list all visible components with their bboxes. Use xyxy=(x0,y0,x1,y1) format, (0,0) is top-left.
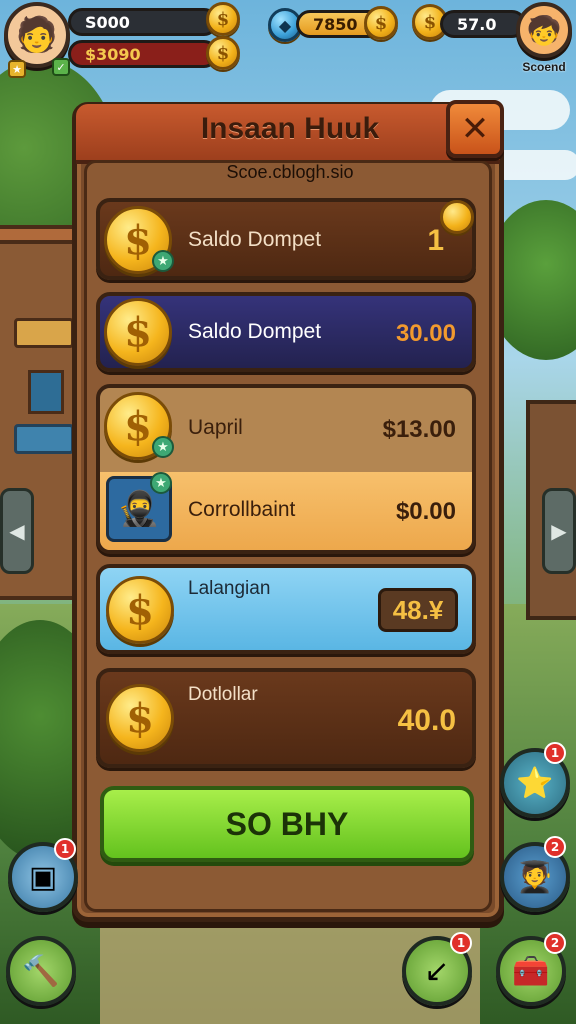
row-label: Saldo Dompet xyxy=(188,320,322,343)
row-label: Lalangian xyxy=(188,578,271,599)
prev-arrow[interactable]: ◀ xyxy=(0,488,34,574)
coin-icon: $ xyxy=(364,6,398,40)
hud-bottom-value: $3090 xyxy=(85,44,141,64)
star-badge-icon: ★ xyxy=(152,436,174,458)
rank-badge: ✓ xyxy=(52,58,70,76)
friend-name: Scoend xyxy=(522,60,566,74)
hud-center-value: 7850 xyxy=(313,14,358,34)
friend-face-icon: 🧒 xyxy=(526,13,562,47)
panel-subtitle: Scoe.cblogh.sio xyxy=(226,162,354,182)
wallet-row[interactable]: $ ★ Saldo Dompet 1 xyxy=(96,198,476,280)
level-badge: ★ xyxy=(8,60,26,78)
hud-bar-right: 57.0 xyxy=(440,10,526,38)
row-label: Saldo Dompet xyxy=(188,228,322,251)
treasure-chest-icon: 🧰 xyxy=(512,953,550,989)
chevron-right-icon: ▶ xyxy=(551,519,567,543)
shop-sign xyxy=(14,318,74,348)
dollar-coin-icon: $ xyxy=(106,576,174,644)
row-label: Dotlollar xyxy=(188,684,258,705)
panel-title: Insaan Huuk xyxy=(200,112,380,145)
cards-icon: ▣ xyxy=(28,859,58,895)
hero-face-icon: 🧑‍🎓 xyxy=(516,859,554,895)
notification-badge: 1 xyxy=(54,838,76,860)
house-window xyxy=(28,370,64,414)
dollar-coin-icon: $ xyxy=(104,298,172,366)
price-tag: 48.¥ xyxy=(378,588,458,632)
build-button[interactable]: 🔨 xyxy=(6,936,76,1006)
row-value: 1 xyxy=(427,224,444,257)
row-value: $13.00 xyxy=(382,416,456,443)
close-button[interactable]: ✕ xyxy=(446,100,504,158)
offer-group: $ ★ Uapril $13.00 🥷 ★ Corrollbaint $0.00 xyxy=(96,384,476,554)
row-value: 40.0 xyxy=(397,704,456,737)
chevron-left-icon: ◀ xyxy=(9,519,25,543)
hud-right-value: 57.0 xyxy=(457,14,497,34)
coin-icon: $ xyxy=(206,36,240,70)
star-badge-icon: ★ xyxy=(150,472,172,494)
contributor-row[interactable]: 🥷 ★ Corrollbaint $0.00 xyxy=(100,472,472,550)
shop-sign xyxy=(14,424,74,454)
notification-badge: 2 xyxy=(544,836,566,858)
wallet-row-selected[interactable]: $ Saldo Dompet 30.00 xyxy=(96,292,476,372)
star-badge-icon: ★ xyxy=(152,250,174,272)
next-arrow[interactable]: ▶ xyxy=(542,488,576,574)
small-coin-icon xyxy=(440,200,474,234)
close-icon: ✕ xyxy=(460,109,490,149)
coin-icon: $ xyxy=(206,2,240,36)
star-chest-icon: ⭐ xyxy=(516,765,554,801)
notification-badge: 2 xyxy=(544,932,566,954)
hud-bar-top: S000 xyxy=(68,8,218,36)
hud-top-value: S000 xyxy=(85,12,130,32)
buy-button[interactable]: SO BHY xyxy=(100,786,474,862)
notification-badge: 1 xyxy=(544,742,566,764)
friend-avatar[interactable]: 🧒 xyxy=(516,2,572,58)
dollar-coin-icon: $ xyxy=(106,684,174,752)
row-value: $0.00 xyxy=(395,498,456,525)
row-label: Corrollbaint xyxy=(188,498,296,521)
dollar-row[interactable]: $ Dotlollar 40.0 xyxy=(96,668,476,768)
hud-bar-bottom: $3090 xyxy=(68,40,218,68)
arrow-down-left-icon: ↙ xyxy=(424,953,450,989)
hammer-icon: 🔨 xyxy=(22,953,60,989)
exchange-row[interactable]: $ Lalangian 48.¥ xyxy=(96,564,476,654)
notification-badge: 1 xyxy=(450,932,472,954)
row-label: Uapril xyxy=(188,416,243,439)
player-face-icon: 🧑 xyxy=(15,15,59,55)
row-value: 30.00 xyxy=(395,320,456,347)
